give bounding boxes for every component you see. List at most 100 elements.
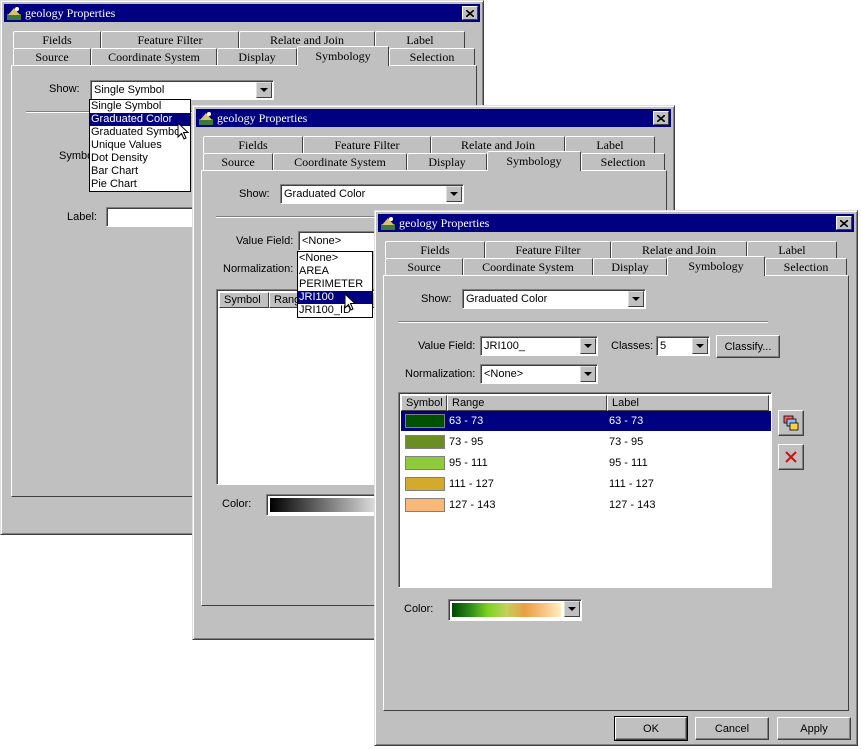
show-combo[interactable]: Single Symbol [90,80,274,100]
window-title: geology Properties [25,5,116,20]
option-jri100[interactable]: JRI100 [298,291,372,304]
option-dot-density[interactable]: Dot Density [90,152,190,165]
tab-source[interactable]: Source [13,48,91,65]
chevron-down-icon[interactable] [628,291,644,307]
option-none[interactable]: <None> [298,252,372,265]
tab-panel: Show: Graduated Color Value Field: JRI10… [383,275,849,711]
tab-source[interactable]: Source [385,258,463,275]
show-combo-value: Graduated Color [466,293,548,305]
tab-selection[interactable]: Selection [389,48,475,65]
show-combo-value: Graduated Color [284,188,366,200]
tab-display[interactable]: Display [217,48,297,65]
show-combo-value: Single Symbol [94,84,165,96]
tab-feature-filter[interactable]: Feature Filter [485,241,611,258]
chevron-down-icon[interactable] [446,186,462,202]
column-range[interactable]: Range [447,395,607,411]
classify-button[interactable]: Classify... [716,335,780,358]
tab-selection[interactable]: Selection [581,153,665,170]
show-combo[interactable]: Graduated Color [462,289,646,309]
title-bar: geology Properties [378,214,854,232]
value-field-value: <None> [302,235,342,247]
tab-selection[interactable]: Selection [765,258,847,275]
option-single-symbol[interactable]: Single Symbol [90,100,190,113]
close-button[interactable] [462,6,478,20]
table-row[interactable]: 73 - 95 73 - 95 [401,432,771,452]
tab-display[interactable]: Display [407,153,487,170]
color-swatch[interactable] [405,456,445,470]
class-list[interactable]: Symbol Range Label 63 - 73 63 - 73 73 - … [398,392,772,588]
apply-button[interactable]: Apply [777,717,851,740]
tab-feature-filter[interactable]: Feature Filter [303,136,431,153]
label-cell: 63 - 73 [609,415,644,427]
tab-coordinate-system[interactable]: Coordinate System [273,153,407,170]
option-pie-chart[interactable]: Pie Chart [90,178,190,191]
classes-value: 5 [660,340,667,352]
delete-icon [785,451,797,463]
show-label: Show: [239,188,270,200]
chevron-down-icon[interactable] [692,338,708,354]
mouse-pointer-icon [344,293,356,311]
close-icon [840,219,848,227]
chevron-down-icon[interactable] [580,366,596,382]
close-button[interactable] [836,216,852,230]
tab-coordinate-system[interactable]: Coordinate System [91,48,217,65]
value-field-label: Value Field: [418,340,476,352]
table-row[interactable]: 111 - 127 111 - 127 [401,474,771,494]
range-cell: 111 - 127 [449,478,494,490]
tab-display[interactable]: Display [593,258,667,275]
tab-fields[interactable]: Fields [385,241,485,258]
normalization-combo[interactable]: <None> [480,364,598,384]
add-class-button[interactable] [778,410,804,436]
option-area[interactable]: AREA [298,265,372,278]
table-row[interactable]: 127 - 143 127 - 143 [401,495,771,515]
value-field-value: JRI100_ [484,340,525,352]
option-graduated-symbol[interactable]: Graduated Symbol [90,126,190,139]
tab-feature-filter[interactable]: Feature Filter [101,31,239,48]
tab-label[interactable]: Label [375,31,465,48]
chevron-down-icon[interactable] [564,601,580,617]
option-bar-chart[interactable]: Bar Chart [90,165,190,178]
normalization-value: <None> [484,368,524,380]
option-unique-values[interactable]: Unique Values [90,139,190,152]
tab-source[interactable]: Source [203,153,273,170]
value-field-combo[interactable]: JRI100_ [480,336,598,356]
show-dropdown-list: Single Symbol Graduated Color Graduated … [89,99,191,192]
tab-symbology[interactable]: Symbology [667,256,765,276]
close-button[interactable] [653,111,669,125]
range-cell: 73 - 95 [449,436,484,448]
properties-window-3: geology Properties Fields Feature Filter… [374,210,858,746]
color-swatch[interactable] [405,414,445,428]
option-graduated-color[interactable]: Graduated Color [90,113,190,126]
color-swatch[interactable] [405,477,445,491]
show-label: Show: [49,83,80,95]
chevron-down-icon[interactable] [256,82,272,98]
column-symbol[interactable]: Symbol [401,395,447,411]
normalization-label: Normalization: [405,368,476,380]
column-symbol[interactable]: Symbol [219,292,269,308]
show-combo[interactable]: Graduated Color [280,184,464,204]
mouse-pointer-icon [177,122,189,140]
delete-class-button[interactable] [778,444,804,470]
tab-symbology[interactable]: Symbology [487,151,581,171]
table-row[interactable]: 63 - 73 63 - 73 [401,411,771,431]
ok-button[interactable]: OK [614,716,688,741]
table-row[interactable]: 95 - 111 95 - 111 [401,453,771,473]
color-ramp-combo[interactable] [448,599,582,621]
label-cell: 73 - 95 [609,436,644,448]
window-title: geology Properties [399,215,490,230]
column-label[interactable]: Label [607,395,769,411]
chevron-down-icon[interactable] [580,338,596,354]
tab-coordinate-system[interactable]: Coordinate System [463,258,593,275]
layer-app-icon [199,112,213,125]
color-swatch[interactable] [405,498,445,512]
option-perimeter[interactable]: PERIMETER [298,278,372,291]
tab-fields[interactable]: Fields [203,136,303,153]
tab-symbology[interactable]: Symbology [297,46,389,66]
classes-combo[interactable]: 5 [656,336,710,356]
cancel-button[interactable]: Cancel [695,717,769,740]
tab-fields[interactable]: Fields [13,31,101,48]
color-swatch[interactable] [405,435,445,449]
color-label: Color: [222,498,252,510]
green-to-orange-color-ramp [452,603,561,617]
option-jri100-id[interactable]: JRI100_ID [298,304,372,317]
